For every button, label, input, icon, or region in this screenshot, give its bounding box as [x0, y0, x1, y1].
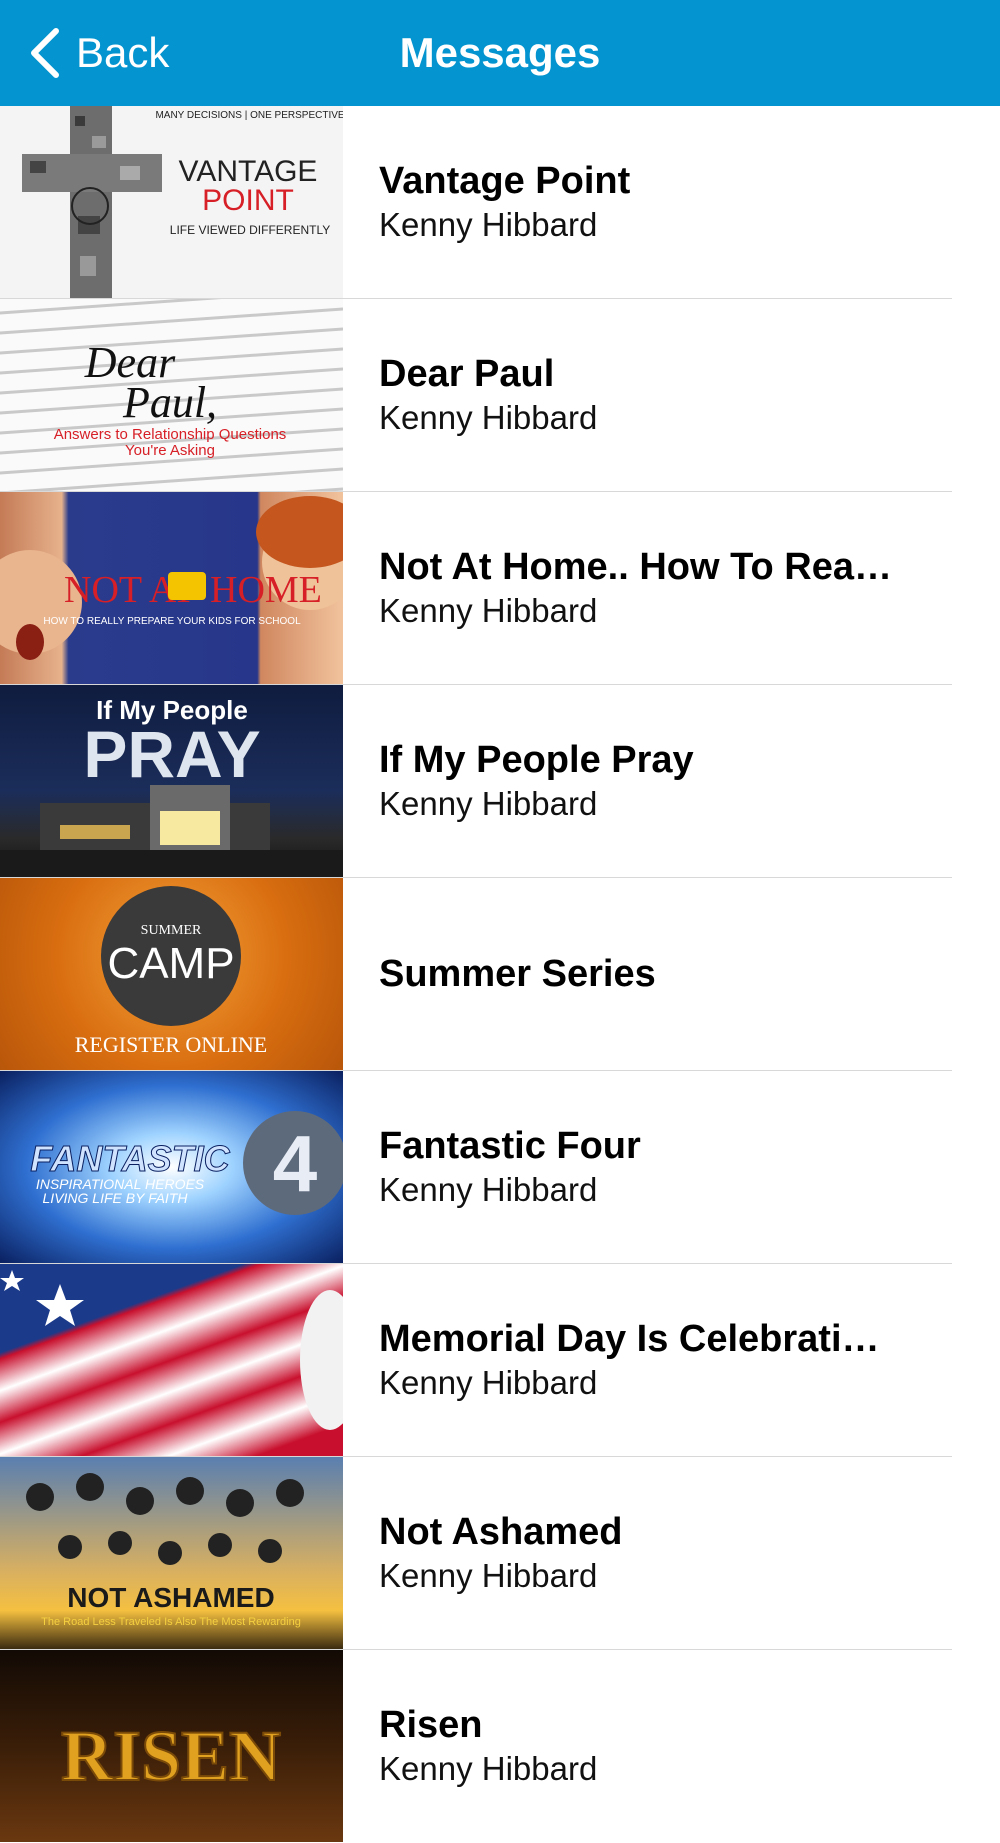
message-speaker: Kenny Hibbard [379, 785, 598, 822]
thumbnail-risen: RISEN [0, 1650, 343, 1842]
vp-tagline: MANY DECISIONS | ONE PERSPECTIVE [155, 110, 343, 121]
vp-line3: LIFE VIEWED DIFFERENTLY [170, 223, 330, 237]
message-speaker: Kenny Hibbard [379, 1171, 598, 1208]
home-line3: HOW TO REALLY PREPARE YOUR KIDS FOR SCHO… [43, 616, 301, 627]
messages-list: MANY DECISIONS | ONE PERSPECTIVE VANTAGE… [0, 106, 1000, 1843]
pray-line2: PRAY [83, 717, 260, 791]
message-row-not-at-home[interactable]: NOT AT HOME HOW TO REALLY PREPARE YOUR K… [0, 492, 1000, 685]
dp-line2: Paul, [122, 378, 217, 427]
thumbnail-dear-paul: Dear Paul, Answers to Relationship Quest… [0, 299, 343, 491]
thumbnail-if-my-people-pray: If My People PRAY [0, 685, 343, 877]
message-speaker: Kenny Hibbard [379, 206, 598, 243]
message-title: Dear Paul [379, 353, 555, 395]
message-text: Not At Home.. How To Rea… Kenny Hibbard [379, 492, 919, 684]
f4-line3: LIVING LIFE BY FAITH [43, 1190, 189, 1206]
message-speaker: Kenny Hibbard [379, 592, 598, 629]
message-text: If My People Pray Kenny Hibbard [379, 685, 919, 877]
message-text: Memorial Day Is Celebrati… Kenny Hibbard [379, 1264, 919, 1456]
home-line2: HOME [210, 569, 322, 611]
message-text: Not Ashamed Kenny Hibbard [379, 1457, 919, 1649]
vp-line2: POINT [202, 184, 294, 217]
message-row-memorial-day[interactable]: Memorial Day Is Celebrati… Kenny Hibbard [0, 1264, 1000, 1457]
thumbnail-vantage-point: MANY DECISIONS | ONE PERSPECTIVE VANTAGE… [0, 106, 343, 298]
ash-line1: NOT ASHAMED [67, 1582, 274, 1613]
ash-line2: The Road Less Traveled Is Also The Most … [41, 1616, 301, 1628]
message-row-vantage-point[interactable]: MANY DECISIONS | ONE PERSPECTIVE VANTAGE… [0, 106, 1000, 299]
message-row-not-ashamed[interactable]: NOT ASHAMED The Road Less Traveled Is Al… [0, 1457, 1000, 1650]
thumbnail-not-at-home: NOT AT HOME HOW TO REALLY PREPARE YOUR K… [0, 492, 343, 684]
thumbnail-summer-series: SUMMER CAMP REGISTER ONLINE [0, 878, 343, 1070]
message-text: Fantastic Four Kenny Hibbard [379, 1071, 919, 1263]
camp-line1: SUMMER [141, 923, 202, 938]
thumbnail-not-ashamed: NOT ASHAMED The Road Less Traveled Is Al… [0, 1457, 343, 1649]
camp-line2: CAMP [107, 939, 234, 988]
thumbnail-memorial-day [0, 1264, 343, 1456]
message-title: If My People Pray [379, 739, 694, 781]
message-title: Memorial Day Is Celebrati… [379, 1318, 880, 1360]
message-title: Summer Series [379, 953, 656, 995]
dp-line3: Answers to Relationship Questions [54, 426, 287, 443]
thumbnail-fantastic-four: 4 FANTASTIC INSPIRATIONAL HEROES LIVING … [0, 1071, 343, 1263]
message-title: Vantage Point [379, 160, 631, 202]
f4-line4: 4 [273, 1119, 318, 1208]
message-speaker: Kenny Hibbard [379, 399, 598, 436]
message-title: Not At Home.. How To Rea… [379, 546, 892, 588]
risen-line1: RISEN [61, 1716, 281, 1796]
message-row-dear-paul[interactable]: Dear Paul, Answers to Relationship Quest… [0, 299, 1000, 492]
message-text: Dear Paul Kenny Hibbard [379, 299, 919, 491]
message-text: Vantage Point Kenny Hibbard [379, 106, 919, 298]
message-row-fantastic-four[interactable]: 4 FANTASTIC INSPIRATIONAL HEROES LIVING … [0, 1071, 1000, 1264]
message-row-summer-series[interactable]: SUMMER CAMP REGISTER ONLINE Summer Serie… [0, 878, 1000, 1071]
camp-line3: REGISTER ONLINE [75, 1032, 267, 1057]
message-text: Risen Kenny Hibbard [379, 1650, 919, 1842]
message-title: Fantastic Four [379, 1125, 641, 1167]
dp-line4: You're Asking [125, 442, 215, 459]
message-speaker: Kenny Hibbard [379, 1364, 598, 1401]
message-row-risen[interactable]: RISEN Risen Kenny Hibbard [0, 1650, 1000, 1843]
message-title: Not Ashamed [379, 1511, 623, 1553]
page-title: Messages [399, 29, 601, 76]
navigation-bar: Back Messages [0, 0, 1000, 106]
message-row-if-my-people-pray[interactable]: If My People PRAY If My People Pray Kenn… [0, 685, 1000, 878]
message-speaker: Kenny Hibbard [379, 1750, 598, 1787]
f4-line1: FANTASTIC [30, 1138, 230, 1179]
message-speaker: Kenny Hibbard [379, 1557, 598, 1594]
message-text: Summer Series [379, 878, 919, 1070]
message-title: Risen [379, 1704, 483, 1746]
